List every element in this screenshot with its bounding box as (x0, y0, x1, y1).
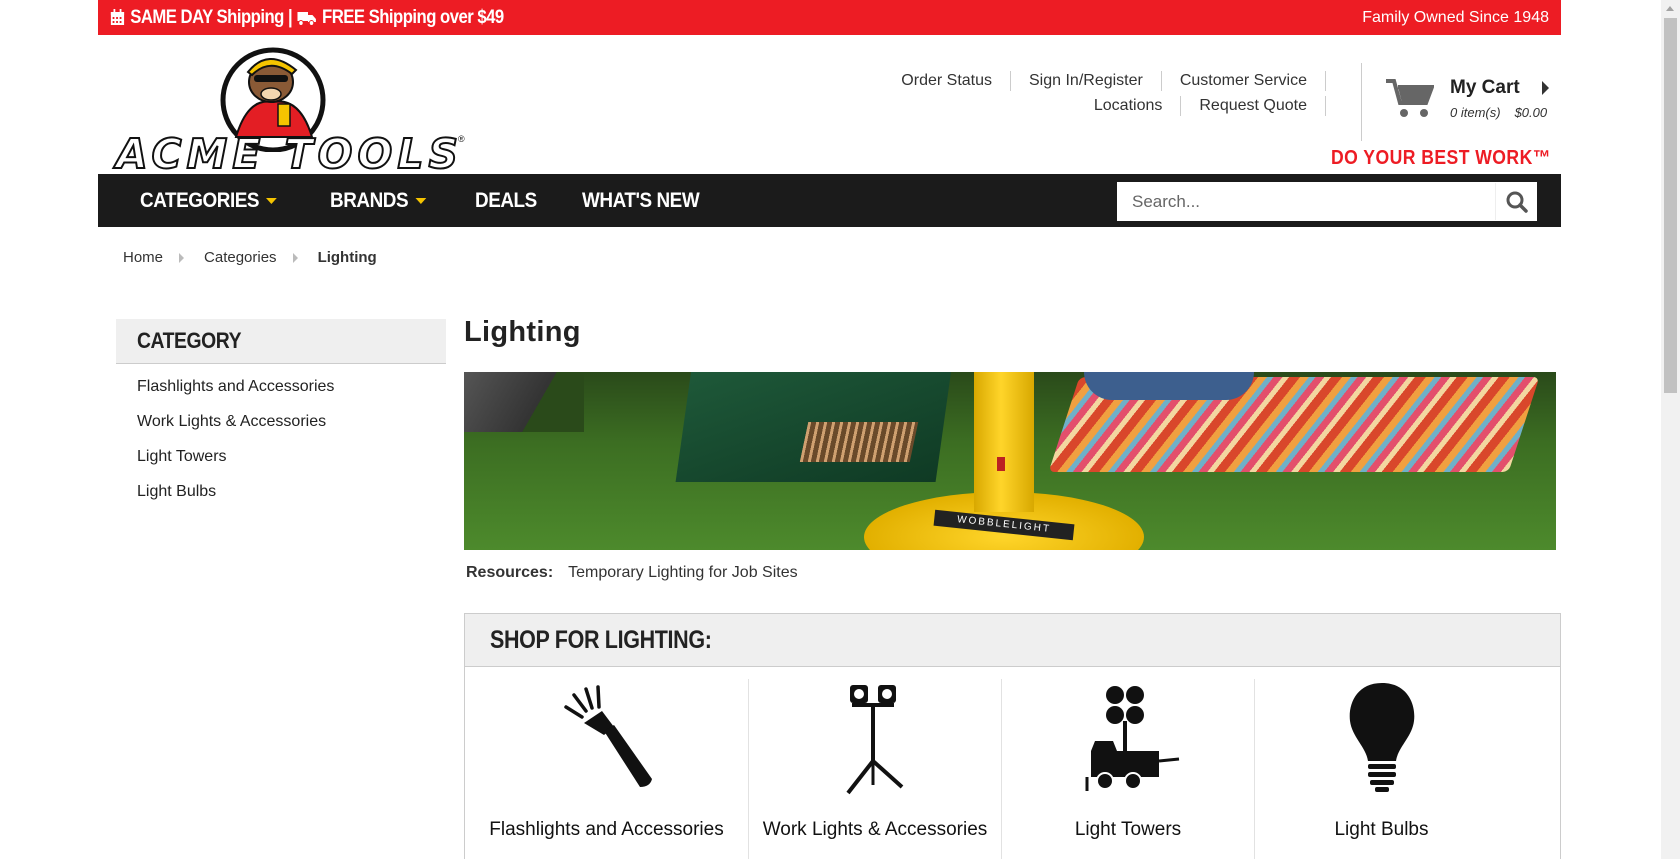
breadcrumb: Home Categories Lighting (123, 249, 377, 266)
resources: Resources: Temporary Lighting for Job Si… (464, 564, 1561, 582)
acme-tools-logo[interactable]: ACME TOOLS ® (115, 42, 465, 179)
truck-icon (297, 10, 316, 26)
shopping-cart-icon (1386, 77, 1435, 124)
shop-for-lighting: SHOP FOR LIGHTING: Flashlights and Acces… (464, 613, 1561, 859)
sidebar-item-work-lights[interactable]: Work Lights & Accessories (116, 412, 446, 447)
promo-bar: SAME DAY Shipping | FREE Shipping over $… (98, 0, 1561, 35)
registered-mark: ® (458, 134, 465, 144)
family-owned-text: Family Owned Since 1948 (1362, 8, 1549, 26)
order-status-link[interactable]: Order Status (883, 71, 1010, 91)
utility-links: Order Status Sign In/Register Customer S… (883, 68, 1326, 118)
resources-link[interactable]: Temporary Lighting for Job Sites (568, 564, 797, 582)
shipping-promo[interactable]: SAME DAY Shipping | FREE Shipping over $… (110, 7, 504, 29)
free-shipping-text: FREE Shipping over $49 (322, 6, 504, 28)
caret-down-icon (415, 197, 427, 204)
shop-item-label: Flashlights and Accessories (489, 819, 724, 840)
tagline: DO YOUR BEST WORK™ (1331, 147, 1551, 169)
hero-banner: WOBBLELIGHT (464, 372, 1556, 550)
nav-brands[interactable]: BRANDS (330, 188, 427, 213)
cart-title: My Cart (1450, 77, 1520, 98)
cart-item-count: 0 item(s) (1450, 105, 1501, 120)
logo-text: ACME TOOLS (115, 129, 463, 179)
nav-whats-new-label: WHAT'S NEW (581, 188, 700, 212)
chevron-right-icon (292, 252, 298, 263)
shop-heading-text: SHOP FOR LIGHTING: (490, 625, 712, 654)
sidebar-item-light-towers[interactable]: Light Towers (116, 447, 446, 482)
shop-item-label: Light Towers (1074, 819, 1182, 840)
cart-total: $0.00 (1514, 105, 1548, 120)
shop-heading: SHOP FOR LIGHTING: (465, 614, 1560, 667)
breadcrumb-categories[interactable]: Categories (204, 249, 277, 266)
tripod-work-light-icon (815, 679, 935, 797)
light-bulb-icon (1322, 679, 1442, 797)
sign-in-register-link[interactable]: Sign In/Register (1010, 70, 1161, 91)
sidebar-heading: CATEGORY (116, 319, 446, 364)
chevron-right-icon (1542, 81, 1549, 95)
nav-deals[interactable]: DEALS (475, 189, 537, 213)
same-day-text: SAME DAY Shipping | (130, 6, 293, 28)
main-content: Lighting WOBBLELIGHT Resources: Temporar… (464, 316, 1561, 859)
sidebar-item-flashlights[interactable]: Flashlights and Accessories (116, 377, 446, 412)
nav-categories[interactable]: CATEGORIES (140, 188, 278, 213)
light-tower-icon (1068, 679, 1188, 797)
shop-grid: Flashlights and Accessories Work Lights … (465, 667, 1560, 859)
shop-item-light-bulbs[interactable]: Light Bulbs (1255, 679, 1508, 859)
utility-links-row-1: Order Status Sign In/Register Customer S… (883, 68, 1326, 93)
nav-categories-label: CATEGORIES (140, 188, 260, 212)
nav-whats-new[interactable]: WHAT'S NEW (581, 188, 700, 213)
hero-legs (1084, 372, 1254, 400)
scroll-up-arrow-icon[interactable] (1666, 6, 1674, 11)
sidebar-item-light-bulbs[interactable]: Light Bulbs (116, 482, 446, 517)
customer-service-link[interactable]: Customer Service (1160, 70, 1326, 91)
search-input[interactable] (1117, 183, 1495, 220)
flashlight-icon (547, 679, 667, 797)
nav-deals-label: DEALS (475, 188, 537, 212)
shop-item-work-lights[interactable]: Work Lights & Accessories (749, 679, 1002, 859)
page: SAME DAY Shipping | FREE Shipping over $… (98, 0, 1561, 227)
shop-item-flashlights[interactable]: Flashlights and Accessories (465, 679, 749, 859)
hero-lamp-switch (997, 457, 1005, 471)
shop-item-light-towers[interactable]: Light Towers (1002, 679, 1255, 859)
locations-link[interactable]: Locations (1076, 96, 1181, 116)
my-cart[interactable]: My Cart 0 item(s) $0.00 (1361, 63, 1561, 141)
sidebar-list: Flashlights and Accessories Work Lights … (116, 364, 446, 517)
hero-stove-grate (799, 422, 919, 462)
scrollbar-thumb[interactable] (1664, 18, 1677, 393)
nav-brands-label: BRANDS (330, 188, 409, 212)
shop-item-label: Work Lights & Accessories (762, 819, 988, 840)
chevron-right-icon (179, 252, 185, 263)
search-box (1117, 182, 1537, 221)
shop-item-label: Light Bulbs (1334, 819, 1429, 840)
hero-lamp (974, 372, 1034, 512)
request-quote-link[interactable]: Request Quote (1180, 95, 1326, 116)
site-header: ACME TOOLS ® Order Status Sign In/Regist… (98, 35, 1561, 179)
search-icon (1506, 191, 1528, 213)
category-sidebar: CATEGORY Flashlights and Accessories Wor… (116, 319, 446, 517)
page-scrollbar[interactable] (1661, 0, 1680, 859)
hero-tent (464, 372, 584, 432)
search-button[interactable] (1495, 183, 1537, 220)
utility-links-row-2: Locations Request Quote (883, 93, 1326, 118)
breadcrumb-current: Lighting (317, 249, 377, 266)
calendar-icon (110, 9, 125, 26)
resources-label: Resources: (466, 564, 554, 581)
page-title: Lighting (464, 316, 581, 348)
sidebar-heading-text: CATEGORY (137, 328, 242, 353)
main-nav: CATEGORIES BRANDS DEALS WHAT'S NEW (98, 174, 1561, 227)
breadcrumb-home[interactable]: Home (123, 249, 163, 266)
cart-summary: 0 item(s) $0.00 (1450, 105, 1547, 120)
caret-down-icon (266, 197, 278, 204)
